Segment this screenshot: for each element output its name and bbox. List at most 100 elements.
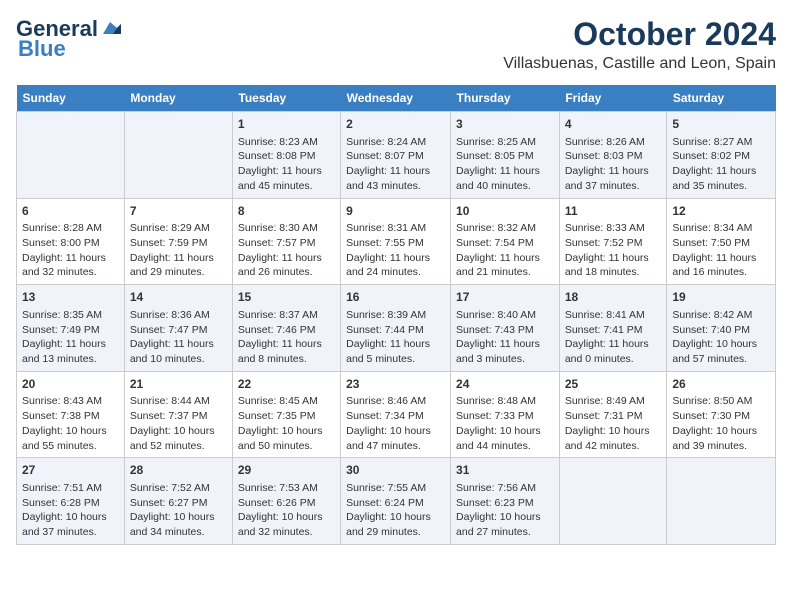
calendar-week-row: 6Sunrise: 8:28 AM Sunset: 8:00 PM Daylig… [17, 198, 776, 285]
day-number: 10 [456, 203, 554, 220]
weekday-header: Monday [124, 85, 232, 112]
title-block: October 2024 Villasbuenas, Castille and … [503, 16, 776, 73]
day-content: Sunrise: 8:30 AM Sunset: 7:57 PM Dayligh… [238, 221, 335, 280]
day-content: Sunrise: 8:23 AM Sunset: 8:08 PM Dayligh… [238, 135, 335, 194]
logo-blue: Blue [18, 36, 66, 62]
day-number: 31 [456, 462, 554, 479]
weekday-header: Wednesday [341, 85, 451, 112]
day-content: Sunrise: 8:31 AM Sunset: 7:55 PM Dayligh… [346, 221, 445, 280]
day-content: Sunrise: 7:53 AM Sunset: 6:26 PM Dayligh… [238, 481, 335, 540]
day-content: Sunrise: 8:33 AM Sunset: 7:52 PM Dayligh… [565, 221, 662, 280]
calendar-cell [559, 458, 667, 545]
day-number: 24 [456, 376, 554, 393]
weekday-header: Friday [559, 85, 667, 112]
calendar-cell: 28 Sunrise: 7:52 AM Sunset: 6:27 PM Dayli… [124, 458, 232, 545]
day-content: Sunrise: 8:41 AM Sunset: 7:41 PM Dayligh… [565, 308, 662, 367]
calendar-cell: 14Sunrise: 8:36 AM Sunset: 7:47 PM Dayli… [124, 285, 232, 372]
logo-icon [99, 20, 121, 38]
calendar-cell [667, 458, 776, 545]
calendar-cell: 26Sunrise: 8:50 AM Sunset: 7:30 PM Dayli… [667, 371, 776, 458]
calendar-cell: 10Sunrise: 8:32 AM Sunset: 7:54 PM Dayli… [451, 198, 560, 285]
calendar-cell: 4Sunrise: 8:26 AM Sunset: 8:03 PM Daylig… [559, 112, 667, 199]
day-content: Sunrise: 7:51 AM Sunset: 6:28 PM Dayligh… [22, 481, 119, 540]
day-number: 2 [346, 116, 445, 133]
day-number: 18 [565, 289, 662, 306]
day-number: 5 [672, 116, 770, 133]
day-content: Sunrise: 8:42 AM Sunset: 7:40 PM Dayligh… [672, 308, 770, 367]
calendar-cell: 31 Sunrise: 7:56 AM Sunset: 6:23 PM Dayli… [451, 458, 560, 545]
day-number: 21 [130, 376, 227, 393]
calendar-cell: 18 Sunrise: 8:41 AM Sunset: 7:41 PM Dayli… [559, 285, 667, 372]
calendar-cell: 11Sunrise: 8:33 AM Sunset: 7:52 PM Dayli… [559, 198, 667, 285]
calendar-week-row: 1 Sunrise: 8:23 AM Sunset: 8:08 PM Daylig… [17, 112, 776, 199]
day-number: 26 [672, 376, 770, 393]
day-number: 23 [346, 376, 445, 393]
day-number: 14 [130, 289, 227, 306]
day-content: Sunrise: 8:24 AM Sunset: 8:07 PM Dayligh… [346, 135, 445, 194]
day-content: Sunrise: 8:27 AM Sunset: 8:02 PM Dayligh… [672, 135, 770, 194]
calendar-cell: 24Sunrise: 8:48 AM Sunset: 7:33 PM Dayli… [451, 371, 560, 458]
day-number: 11 [565, 203, 662, 220]
day-content: Sunrise: 8:43 AM Sunset: 7:38 PM Dayligh… [22, 394, 119, 453]
month-title: October 2024 [503, 16, 776, 53]
calendar-cell: 5 Sunrise: 8:27 AM Sunset: 8:02 PM Daylig… [667, 112, 776, 199]
calendar-week-row: 13 Sunrise: 8:35 AM Sunset: 7:49 PM Dayli… [17, 285, 776, 372]
day-number: 8 [238, 203, 335, 220]
day-number: 6 [22, 203, 119, 220]
calendar-cell: 21Sunrise: 8:44 AM Sunset: 7:37 PM Dayli… [124, 371, 232, 458]
logo: General Blue [16, 16, 122, 62]
day-content: Sunrise: 8:37 AM Sunset: 7:46 PM Dayligh… [238, 308, 335, 367]
day-content: Sunrise: 8:40 AM Sunset: 7:43 PM Dayligh… [456, 308, 554, 367]
calendar-table: SundayMondayTuesdayWednesdayThursdayFrid… [16, 85, 776, 545]
day-number: 15 [238, 289, 335, 306]
day-number: 12 [672, 203, 770, 220]
day-number: 9 [346, 203, 445, 220]
day-content: Sunrise: 8:32 AM Sunset: 7:54 PM Dayligh… [456, 221, 554, 280]
weekday-header: Saturday [667, 85, 776, 112]
day-content: Sunrise: 8:49 AM Sunset: 7:31 PM Dayligh… [565, 394, 662, 453]
calendar-cell: 22Sunrise: 8:45 AM Sunset: 7:35 PM Dayli… [232, 371, 340, 458]
weekday-header: Tuesday [232, 85, 340, 112]
day-content: Sunrise: 7:56 AM Sunset: 6:23 PM Dayligh… [456, 481, 554, 540]
calendar-cell: 15 Sunrise: 8:37 AM Sunset: 7:46 PM Dayli… [232, 285, 340, 372]
calendar-cell: 30 Sunrise: 7:55 AM Sunset: 6:24 PM Dayli… [341, 458, 451, 545]
day-content: Sunrise: 8:29 AM Sunset: 7:59 PM Dayligh… [130, 221, 227, 280]
calendar-cell: 20Sunrise: 8:43 AM Sunset: 7:38 PM Dayli… [17, 371, 125, 458]
day-content: Sunrise: 8:48 AM Sunset: 7:33 PM Dayligh… [456, 394, 554, 453]
day-content: Sunrise: 8:46 AM Sunset: 7:34 PM Dayligh… [346, 394, 445, 453]
day-number: 30 [346, 462, 445, 479]
day-content: Sunrise: 8:34 AM Sunset: 7:50 PM Dayligh… [672, 221, 770, 280]
weekday-header-row: SundayMondayTuesdayWednesdayThursdayFrid… [17, 85, 776, 112]
calendar-cell: 13 Sunrise: 8:35 AM Sunset: 7:49 PM Dayli… [17, 285, 125, 372]
calendar-cell: 25Sunrise: 8:49 AM Sunset: 7:31 PM Dayli… [559, 371, 667, 458]
day-number: 13 [22, 289, 119, 306]
calendar-cell: 3Sunrise: 8:25 AM Sunset: 8:05 PM Daylig… [451, 112, 560, 199]
page-header: General Blue October 2024 Villasbuenas, … [16, 16, 776, 73]
day-number: 19 [672, 289, 770, 306]
day-number: 28 [130, 462, 227, 479]
day-number: 29 [238, 462, 335, 479]
day-content: Sunrise: 8:50 AM Sunset: 7:30 PM Dayligh… [672, 394, 770, 453]
calendar-cell: 19 Sunrise: 8:42 AM Sunset: 7:40 PM Dayli… [667, 285, 776, 372]
day-number: 20 [22, 376, 119, 393]
calendar-cell: 17 Sunrise: 8:40 AM Sunset: 7:43 PM Dayli… [451, 285, 560, 372]
day-number: 3 [456, 116, 554, 133]
calendar-cell: 6Sunrise: 8:28 AM Sunset: 8:00 PM Daylig… [17, 198, 125, 285]
day-content: Sunrise: 8:35 AM Sunset: 7:49 PM Dayligh… [22, 308, 119, 367]
day-number: 17 [456, 289, 554, 306]
calendar-cell: 12Sunrise: 8:34 AM Sunset: 7:50 PM Dayli… [667, 198, 776, 285]
day-number: 1 [238, 116, 335, 133]
day-number: 7 [130, 203, 227, 220]
day-number: 22 [238, 376, 335, 393]
day-content: Sunrise: 8:45 AM Sunset: 7:35 PM Dayligh… [238, 394, 335, 453]
calendar-cell: 7Sunrise: 8:29 AM Sunset: 7:59 PM Daylig… [124, 198, 232, 285]
calendar-week-row: 27Sunrise: 7:51 AM Sunset: 6:28 PM Dayli… [17, 458, 776, 545]
calendar-cell: 1 Sunrise: 8:23 AM Sunset: 8:08 PM Daylig… [232, 112, 340, 199]
day-content: Sunrise: 7:55 AM Sunset: 6:24 PM Dayligh… [346, 481, 445, 540]
calendar-cell: 27Sunrise: 7:51 AM Sunset: 6:28 PM Dayli… [17, 458, 125, 545]
day-content: Sunrise: 8:44 AM Sunset: 7:37 PM Dayligh… [130, 394, 227, 453]
calendar-cell: 2 Sunrise: 8:24 AM Sunset: 8:07 PM Daylig… [341, 112, 451, 199]
calendar-cell [124, 112, 232, 199]
calendar-cell: 9Sunrise: 8:31 AM Sunset: 7:55 PM Daylig… [341, 198, 451, 285]
day-content: Sunrise: 7:52 AM Sunset: 6:27 PM Dayligh… [130, 481, 227, 540]
